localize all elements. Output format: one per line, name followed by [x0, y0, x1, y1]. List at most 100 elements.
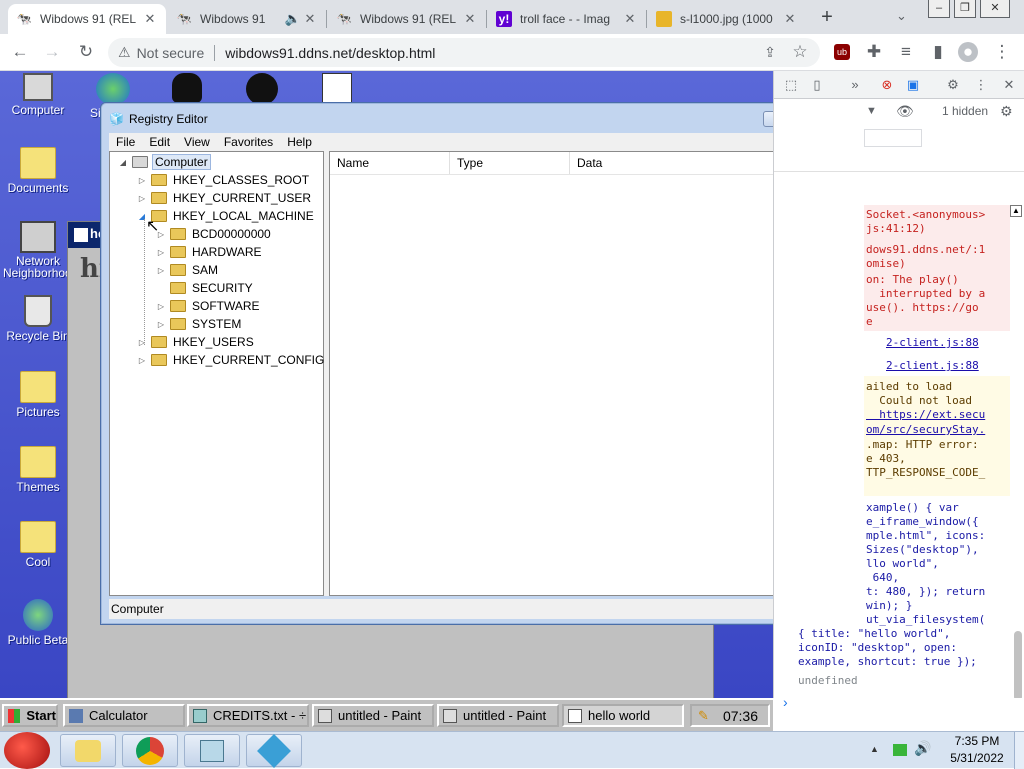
desktop-icon-documents[interactable]: Documents — [0, 147, 76, 195]
close-tab-icon[interactable]: ✕ — [622, 11, 638, 27]
collapse-arrow-icon[interactable]: ◢ — [118, 158, 128, 167]
registry-tree[interactable]: ◢ Computer ▷ HKEY_CLASSES_ROOT ▷ HKEY_CURR… — [109, 151, 324, 596]
expand-arrow-icon[interactable]: ▷ — [137, 194, 147, 203]
taskbar-calculator[interactable]: Calculator — [63, 704, 185, 727]
tray-pen-icon[interactable]: ✎ — [698, 708, 709, 724]
extensions-puzzle-icon[interactable]: ✚ — [864, 42, 884, 62]
browser-tab-4[interactable]: y! troll face - - Imag ✕ — [488, 4, 646, 34]
start-button[interactable]: Start — [2, 704, 58, 727]
show-desktop-button[interactable] — [1014, 732, 1024, 769]
expand-arrow-icon[interactable]: ▷ — [156, 302, 166, 311]
source-link[interactable]: 2-client.js:88 — [886, 359, 979, 372]
console-link[interactable]: https://ext.secu — [866, 408, 985, 422]
network-tray-icon[interactable] — [893, 744, 907, 756]
close-tab-icon[interactable]: ✕ — [782, 11, 798, 27]
chrome-menu-icon[interactable]: ⋮ — [992, 42, 1012, 62]
desktop-icon-computer[interactable]: Computer — [0, 73, 76, 117]
url-text[interactable]: wibdows91.ddns.net/desktop.html — [225, 45, 435, 61]
show-hidden-icons-icon[interactable]: ▲ — [870, 744, 879, 754]
tree-node-computer[interactable]: ◢ Computer — [118, 153, 211, 171]
filter-input[interactable] — [864, 129, 922, 147]
more-tabs-chevron-icon[interactable]: » — [846, 76, 864, 94]
browser-tab-1[interactable]: 🐄 Wibdows 91 (REL ✕ — [8, 4, 166, 34]
messages-icon[interactable]: ▣ — [904, 76, 922, 94]
expand-arrow-icon[interactable]: ▷ — [156, 266, 166, 275]
audio-icon[interactable]: 🔈 — [284, 11, 302, 27]
pinned-notepad[interactable] — [184, 734, 240, 767]
close-tab-icon[interactable]: ✕ — [142, 11, 158, 27]
pinned-app[interactable] — [246, 733, 302, 768]
dropdown-arrow-icon[interactable]: ▼ — [866, 105, 877, 117]
menu-favorites[interactable]: Favorites — [217, 135, 280, 149]
error-count-icon[interactable]: ⊗ — [878, 76, 896, 94]
host-clock-time[interactable]: 7:35 PM — [950, 734, 1004, 748]
source-link[interactable]: 2-client.js:88 — [886, 336, 979, 349]
close-devtools-icon[interactable]: ✕ — [1000, 76, 1018, 94]
taskbar-paint-1[interactable]: untitled - Paint — [312, 704, 434, 727]
menu-help[interactable]: Help — [280, 135, 319, 149]
taskbar-credits[interactable]: CREDITS.txt - ÷ — [187, 704, 309, 727]
github-icon[interactable] — [246, 73, 278, 105]
globe-icon[interactable] — [96, 73, 130, 105]
pinned-explorer[interactable] — [60, 734, 116, 767]
window-titlebar[interactable]: 🧊 Registry Editor — [109, 109, 208, 129]
system-tray-clock[interactable]: ✎ 07:36 — [690, 704, 770, 727]
devtools-scrollbar[interactable] — [1014, 631, 1022, 701]
settings-gear-icon[interactable]: ⚙ — [944, 76, 962, 94]
minimize-window-button[interactable]: – — [928, 0, 950, 18]
share-icon[interactable]: ⇪ — [760, 42, 780, 62]
device-toolbar-icon[interactable]: ▯ — [808, 76, 826, 94]
bookmark-star-icon[interactable]: ☆ — [790, 42, 810, 62]
close-tab-icon[interactable]: ✕ — [302, 11, 318, 27]
column-header-name[interactable]: Name — [330, 152, 450, 174]
tree-node[interactable]: ◢ HKEY_LOCAL_MACHINE — [137, 207, 314, 225]
expand-arrow-icon[interactable]: ▷ — [137, 338, 147, 347]
desktop-icon-cool[interactable]: Cool — [0, 521, 76, 569]
desktop-icon-public-beta[interactable]: Public Beta — [0, 599, 76, 647]
tree-node[interactable]: ▷ HKEY_USERS — [137, 333, 254, 351]
media-queue-icon[interactable]: ≡ — [896, 42, 916, 62]
tree-node[interactable]: ▷ HKEY_CURRENT_CONFIG — [137, 351, 324, 369]
browser-tab-2[interactable]: 🐄 Wibdows 91 🔈 ✕ — [168, 4, 326, 34]
tab-search-chevron-icon[interactable]: ⌄ — [896, 8, 907, 24]
tree-node[interactable]: ▷ HKEY_CLASSES_ROOT — [137, 171, 309, 189]
troll-cat-icon[interactable] — [172, 73, 202, 103]
taskbar-paint-2[interactable]: untitled - Paint — [437, 704, 559, 727]
close-window-button[interactable]: ✕ — [980, 0, 1010, 18]
desktop-icon-network[interactable]: Network Neighborhood — [0, 221, 78, 279]
document-icon[interactable] — [322, 73, 352, 105]
volume-icon[interactable]: 🔊 — [914, 740, 931, 757]
desktop-icon-pictures[interactable]: Pictures — [0, 371, 76, 419]
tree-node[interactable]: ▷ HKEY_CURRENT_USER — [137, 189, 311, 207]
browser-tab-3[interactable]: 🐄 Wibdows 91 (REL ✕ — [328, 4, 486, 34]
close-tab-icon[interactable]: ✕ — [462, 11, 478, 27]
address-bar[interactable]: ⚠ Not secure wibdows91.ddns.net/desktop.… — [108, 38, 820, 67]
tree-node[interactable]: ▷ SYSTEM — [156, 315, 241, 333]
browser-tab-5[interactable]: s-l1000.jpg (1000 ✕ — [648, 4, 806, 34]
reload-icon[interactable]: ↻ — [76, 42, 96, 62]
column-header-type[interactable]: Type — [450, 152, 570, 174]
pinned-chrome[interactable] — [122, 734, 178, 767]
menu-view[interactable]: View — [177, 135, 217, 149]
tree-node[interactable]: ▷ SOFTWARE — [156, 297, 260, 315]
scroll-up-icon[interactable]: ▲ — [1010, 205, 1022, 217]
expand-arrow-icon[interactable]: ▷ — [156, 320, 166, 329]
hidden-messages-count[interactable]: 1 hidden — [942, 104, 988, 118]
tree-node[interactable]: ▷ SAM — [156, 261, 218, 279]
expand-arrow-icon[interactable]: ▷ — [156, 248, 166, 257]
console-settings-icon[interactable]: ⚙ — [1000, 103, 1013, 120]
side-panel-icon[interactable]: ▮ — [928, 42, 948, 62]
profile-avatar-icon[interactable]: ● — [958, 42, 978, 62]
eye-icon[interactable]: 👁 — [896, 103, 914, 120]
back-arrow-icon[interactable]: ← — [10, 42, 30, 62]
devtools-console-input[interactable]: › — [773, 694, 1024, 731]
tree-node[interactable]: SECURITY — [156, 279, 253, 297]
desktop-icon-themes[interactable]: Themes — [0, 446, 76, 494]
expand-arrow-icon[interactable]: ▷ — [137, 176, 147, 185]
desktop-icon-recycle-bin[interactable]: Recycle Bin — [0, 295, 76, 343]
inspect-element-icon[interactable]: ⬚ — [782, 76, 800, 94]
console-link[interactable]: om/src/securyStay. — [866, 423, 985, 437]
security-status[interactable]: Not secure — [137, 45, 205, 61]
taskbar-hello-world[interactable]: hello world — [562, 704, 684, 727]
tree-node[interactable]: ▷ BCD00000000 — [156, 225, 271, 243]
